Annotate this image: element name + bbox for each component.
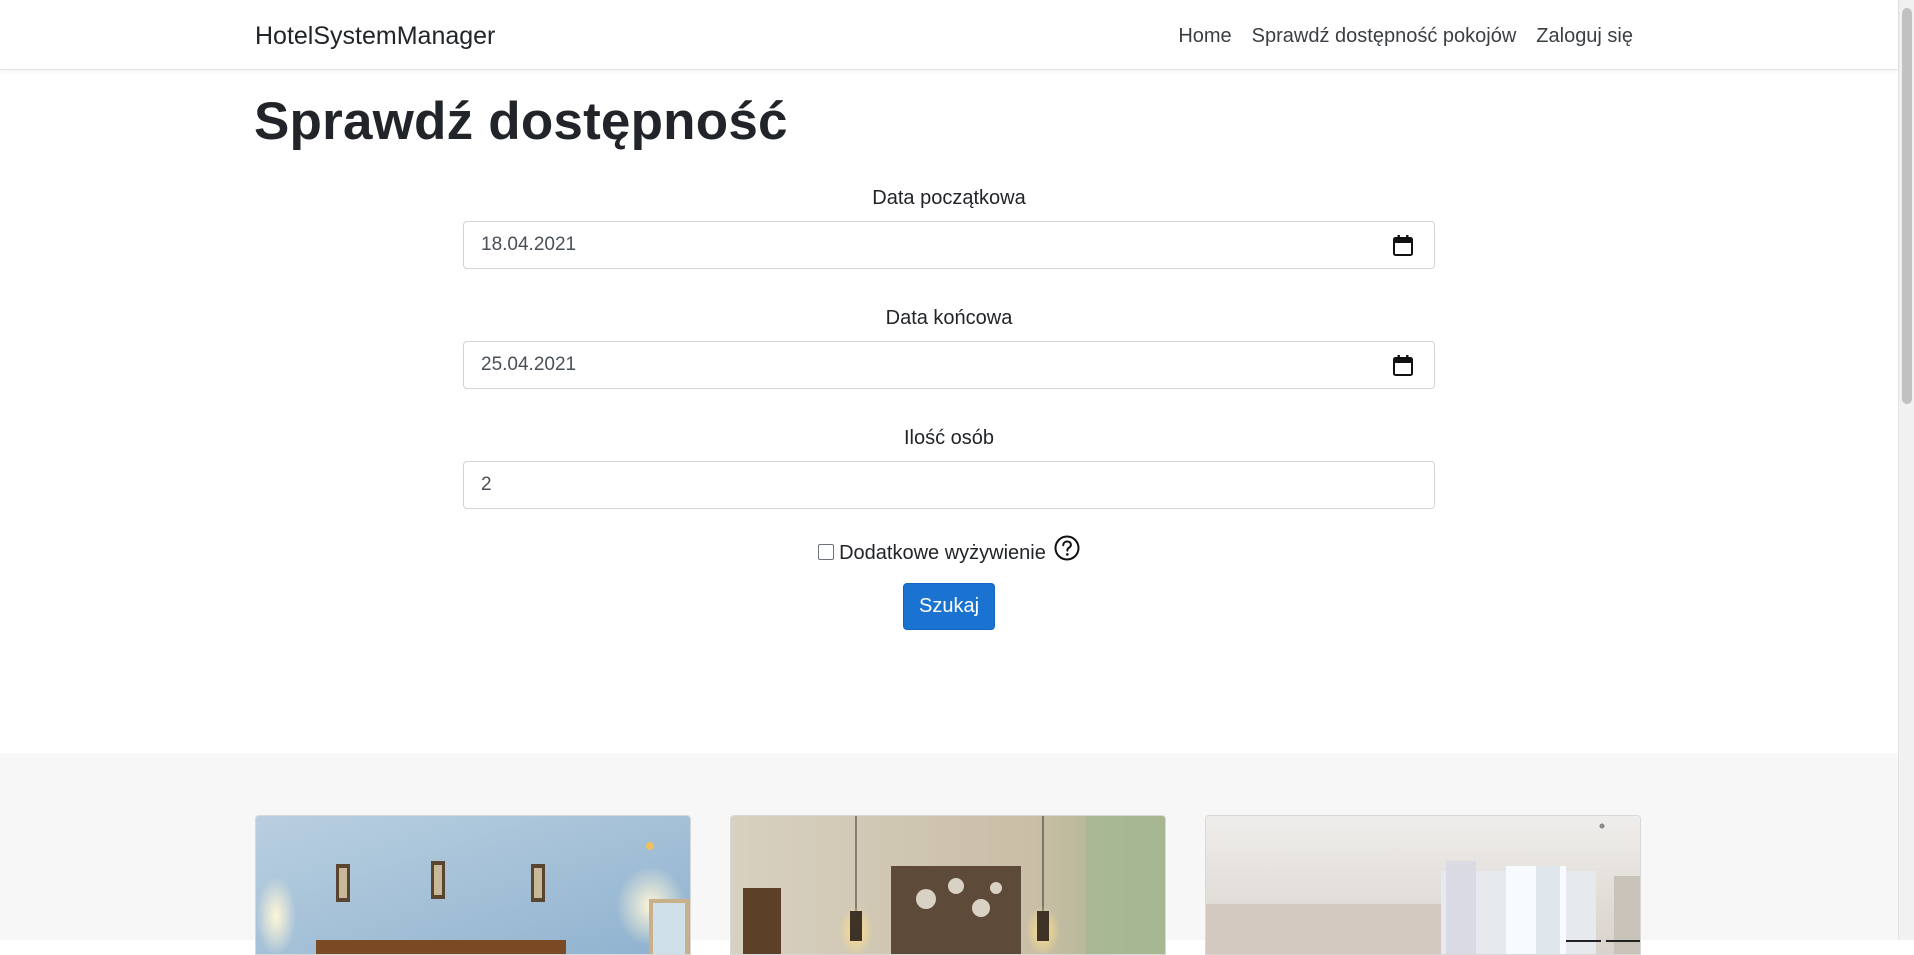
guests-value: 2 (481, 474, 492, 495)
start-date-value: 18.04.2021 (481, 234, 577, 255)
search-button-wrap: Szukaj (463, 583, 1435, 630)
extra-board-row: Dodatkowe wyżywienie (463, 535, 1435, 571)
room-photo (731, 816, 1165, 954)
nav-link-home[interactable]: Home (1178, 22, 1231, 50)
end-date-label: Data końcowa (885, 307, 1013, 329)
nav-link-availability[interactable]: Sprawdź dostępność pokojów (1252, 22, 1517, 50)
end-date-value: 25.04.2021 (481, 354, 577, 375)
navbar: HotelSystemManager Home Sprawdź dostępno… (0, 0, 1898, 70)
extra-board-checkbox[interactable] (818, 544, 835, 560)
end-date-input[interactable]: 25.04.2021 (463, 341, 1435, 389)
availability-form: Data początkowa 18.04.2021 Data końcowa … (463, 185, 1435, 630)
extra-board-label[interactable]: Dodatkowe wyżywienie (839, 542, 1046, 565)
calendar-icon[interactable] (1393, 355, 1413, 376)
room-card[interactable] (730, 815, 1166, 955)
page-title: Sprawdź dostępność (254, 92, 788, 151)
room-card[interactable] (255, 815, 691, 955)
scrollbar[interactable] (1898, 0, 1914, 940)
question-circle-icon[interactable] (1054, 535, 1080, 561)
brand-link[interactable]: HotelSystemManager (255, 20, 495, 52)
room-photo (256, 816, 690, 954)
guests-input[interactable]: 2 (463, 461, 1435, 509)
search-button[interactable]: Szukaj (902, 583, 996, 630)
scrollbar-thumb[interactable] (1902, 8, 1912, 404)
end-date-group: Data końcowa 25.04.2021 (463, 305, 1435, 389)
start-date-group: Data początkowa 18.04.2021 (463, 185, 1435, 269)
guests-label: Ilość osób (903, 427, 995, 449)
guests-group: Ilość osób 2 (463, 425, 1435, 509)
nav-links: Home Sprawdź dostępność pokojów Zaloguj … (1178, 22, 1633, 50)
start-date-label: Data początkowa (872, 187, 1026, 209)
rooms-section (0, 753, 1898, 955)
start-date-input[interactable]: 18.04.2021 (463, 221, 1435, 269)
nav-link-login[interactable]: Zaloguj się (1536, 22, 1633, 50)
room-photo (1206, 816, 1640, 954)
calendar-icon[interactable] (1393, 235, 1413, 256)
room-card[interactable] (1205, 815, 1641, 955)
